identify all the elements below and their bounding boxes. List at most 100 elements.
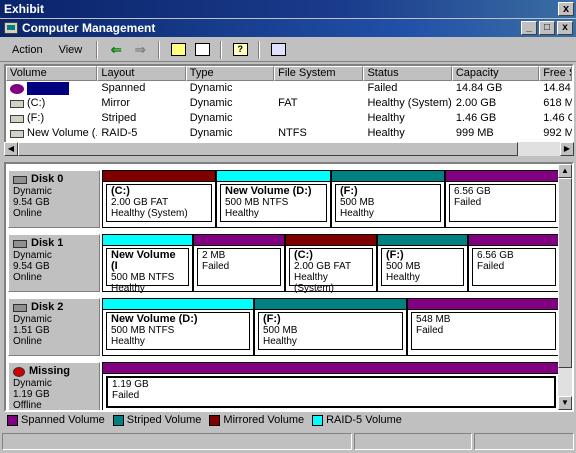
- disk-row-2[interactable]: Disk 2 Dynamic 1.51 GB Online New Volume…: [8, 298, 560, 356]
- partition[interactable]: (F:) 500 MB Healthy: [331, 170, 445, 228]
- column-header-volume[interactable]: Volume: [6, 66, 98, 81]
- exhibit-title-bar: Exhibit x: [0, 0, 576, 18]
- disk-row-missing[interactable]: Missing Dynamic 1.19 GB Offline 1.19 GB …: [8, 362, 560, 410]
- disk-row-0[interactable]: Disk 0 Dynamic 9.54 GB Online (C:) 2.00 …: [8, 170, 560, 228]
- scroll-left-icon[interactable]: ◀: [4, 142, 18, 156]
- partition[interactable]: 6.56 GB Failed: [468, 234, 560, 292]
- partition[interactable]: 548 MB Failed: [407, 298, 560, 356]
- partition-title: (C:): [294, 249, 313, 261]
- free-cell: 618 M: [543, 97, 572, 109]
- vertical-scrollbar[interactable]: ▲ ▼: [558, 164, 572, 410]
- partition-status: Failed: [112, 390, 140, 401]
- scroll-thumb[interactable]: [558, 178, 572, 368]
- column-header-free-space[interactable]: Free S: [539, 66, 572, 81]
- menu-view[interactable]: View: [53, 42, 89, 58]
- partition[interactable]: 6.56 GB Failed: [445, 170, 560, 228]
- up-folder-icon[interactable]: [168, 41, 188, 59]
- show-hide-tree-icon[interactable]: [192, 41, 212, 59]
- volume-name: New Volume (...: [27, 127, 98, 139]
- disk-status: Online: [13, 272, 42, 283]
- disk-label[interactable]: Missing Dynamic 1.19 GB Offline: [8, 362, 100, 410]
- volume-cell: [6, 81, 97, 96]
- scroll-right-icon[interactable]: ▶: [560, 142, 574, 156]
- table-row[interactable]: Spanned Dynamic Failed 14.84 GB 14.84: [6, 81, 572, 96]
- disk-status: Online: [13, 336, 42, 347]
- close-button[interactable]: x: [557, 21, 573, 35]
- disk-size: 1.51 GB: [13, 325, 50, 336]
- column-header-capacity[interactable]: Capacity: [451, 66, 540, 81]
- minimize-button[interactable]: _: [521, 21, 537, 35]
- partition-size: 2.00 GB FAT: [294, 261, 352, 272]
- disk-label[interactable]: Disk 1 Dynamic 9.54 GB Online: [8, 234, 100, 292]
- legend-label: Spanned Volume: [21, 414, 105, 426]
- disk-row-1[interactable]: Disk 1 Dynamic 9.54 GB Online New Volume…: [8, 234, 560, 294]
- partition-info: New Volume (I 500 MB NTFS Healthy: [106, 248, 189, 294]
- type-cell: Dynamic: [189, 127, 233, 139]
- partition-strip: (C:) 2.00 GB FAT Healthy (System) New Vo…: [102, 170, 560, 228]
- partition-title: New Volume (D:): [225, 185, 312, 197]
- disk-label[interactable]: Disk 2 Dynamic 1.51 GB Online: [8, 298, 100, 356]
- disk-type: Dynamic: [13, 378, 52, 389]
- table-row[interactable]: New Volume (... RAID-5 Dynamic NTFS Heal…: [6, 126, 572, 141]
- partition[interactable]: (F:) 500 MB Healthy: [254, 298, 407, 356]
- toolbar-separator: [258, 40, 261, 59]
- partition-status: Healthy (System): [294, 272, 334, 294]
- exhibit-close-button[interactable]: x: [558, 2, 574, 16]
- column-header-status[interactable]: Status: [363, 66, 452, 81]
- status-cell: Healthy (System): [367, 97, 452, 109]
- back-arrow-icon[interactable]: ⇐: [106, 41, 126, 59]
- column-header-type[interactable]: Type: [185, 66, 275, 81]
- partition[interactable]: (C:) 2.00 GB FAT Healthy (System): [102, 170, 216, 228]
- partition[interactable]: (C:) 2.00 GB FAT Healthy (System): [285, 234, 377, 294]
- partition-size: 500 MB: [263, 325, 298, 336]
- scroll-up-icon[interactable]: ▲: [558, 164, 572, 178]
- horizontal-scrollbar[interactable]: ◀ ▶: [4, 142, 574, 156]
- partition-strip: 1.19 GB Failed: [102, 362, 560, 410]
- legend-swatch: [7, 414, 18, 426]
- scroll-down-icon[interactable]: ▼: [558, 396, 572, 410]
- window-title-bar: Computer Management _ □ x: [0, 19, 576, 37]
- spanned-stripe: [446, 171, 559, 182]
- status-pane: [474, 433, 574, 450]
- partition-info: New Volume (D:) 500 MB NTFS Healthy: [220, 184, 327, 222]
- properties-icon[interactable]: [268, 41, 288, 59]
- fs-cell: [274, 81, 363, 96]
- partition[interactable]: 2 MB Failed: [193, 234, 285, 292]
- partition-status: Healthy (System): [111, 208, 188, 219]
- legend: Spanned Volume Striped Volume Mirrored V…: [4, 412, 574, 428]
- partition[interactable]: 1.19 GB Failed: [102, 362, 560, 410]
- partition[interactable]: New Volume (D:) 500 MB NTFS Healthy: [216, 170, 331, 228]
- help-icon[interactable]: ?: [230, 41, 250, 59]
- legend-swatch: [112, 414, 124, 426]
- spanned-stripe: [469, 235, 559, 246]
- partition[interactable]: New Volume (D:) 500 MB NTFS Healthy: [102, 298, 254, 356]
- maximize-button[interactable]: □: [539, 21, 555, 35]
- table-row[interactable]: (C:) Mirror Dynamic FAT Healthy (System)…: [6, 96, 572, 111]
- partition[interactable]: New Volume (I 500 MB NTFS Healthy: [102, 234, 193, 294]
- spanned-stripe: [408, 299, 559, 310]
- legend-item: RAID-5 Volume: [312, 414, 402, 426]
- layout-cell: RAID-5: [101, 127, 138, 139]
- partition[interactable]: (F:) 500 MB Healthy: [377, 234, 468, 292]
- column-header-file-system[interactable]: File System: [274, 66, 364, 81]
- partition-status: Failed: [477, 261, 505, 272]
- table-row[interactable]: (F:) Striped Dynamic Healthy 1.46 GB 1.4…: [6, 111, 572, 126]
- toolbar-separator: [158, 40, 161, 59]
- capacity-cell: 999 MB: [455, 127, 494, 139]
- partition-size: 500 MB NTFS: [111, 272, 175, 283]
- volume-cell: (F:): [6, 111, 97, 126]
- partition-info: 548 MB Failed: [411, 312, 556, 350]
- disk-label[interactable]: Disk 0 Dynamic 9.54 GB Online: [8, 170, 100, 228]
- menu-action[interactable]: Action: [6, 42, 49, 58]
- disk-size: 9.54 GB: [13, 261, 50, 272]
- type-cell: Dynamic: [189, 82, 233, 94]
- legend-item: Spanned Volume: [7, 414, 105, 426]
- computer-management-icon: [4, 22, 18, 34]
- forward-arrow-icon[interactable]: ⇒: [130, 41, 150, 59]
- scroll-thumb[interactable]: [18, 142, 518, 156]
- toolbar: Action View ⇐ ⇒ ?: [0, 38, 576, 62]
- column-header-layout[interactable]: Layout: [97, 66, 186, 81]
- drive-icon: [10, 114, 24, 123]
- mirrored-stripe: [103, 171, 215, 182]
- status-bar: [0, 430, 576, 453]
